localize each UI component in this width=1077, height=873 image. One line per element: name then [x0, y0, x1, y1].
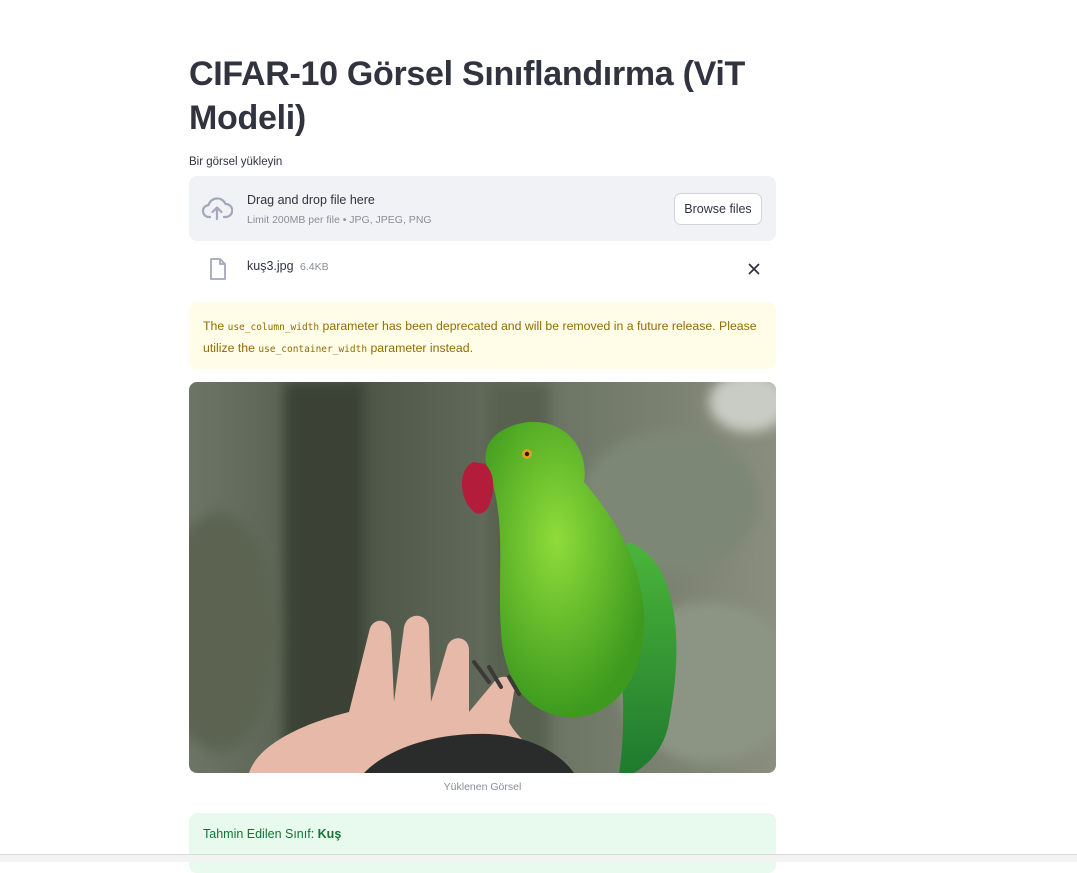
warning-code-1: use_column_width — [227, 322, 320, 333]
cloud-upload-icon — [201, 197, 233, 221]
prediction-value: Kuş — [317, 827, 342, 841]
uploader-label: Bir görsel yükleyin — [189, 156, 283, 168]
uploaded-image — [189, 382, 776, 773]
image-caption: Yüklenen Görsel — [443, 781, 522, 793]
warning-code-2: use_container_width — [258, 344, 368, 355]
warning-text-1: The — [203, 319, 228, 333]
prediction-label: Tahmin Edilen Sınıf: — [203, 827, 318, 841]
dropzone-limit: Limit 200MB per file • JPG, JPEG, PNG — [247, 214, 432, 226]
file-icon — [210, 258, 226, 280]
prediction-result: Tahmin Edilen Sınıf: Kuş — [189, 813, 776, 873]
browse-files-button[interactable]: Browse files — [674, 193, 762, 225]
uploaded-file-row: kuş3.jpg 6.4KB — [189, 254, 776, 286]
file-dropzone[interactable]: Drag and drop file here Limit 200MB per … — [189, 176, 776, 241]
page-title: CIFAR-10 Görsel Sınıflandırma (ViT Model… — [189, 55, 745, 137]
deprecation-warning: The use_column_width parameter has been … — [189, 302, 776, 369]
close-icon[interactable] — [745, 260, 763, 278]
warning-text-3: parameter instead. — [367, 341, 473, 355]
file-name: kuş3.jpg — [247, 259, 294, 273]
file-size: 6.4KB — [300, 261, 329, 273]
dropzone-instructions: Drag and drop file here — [247, 193, 375, 207]
parrot-photo — [189, 382, 776, 773]
